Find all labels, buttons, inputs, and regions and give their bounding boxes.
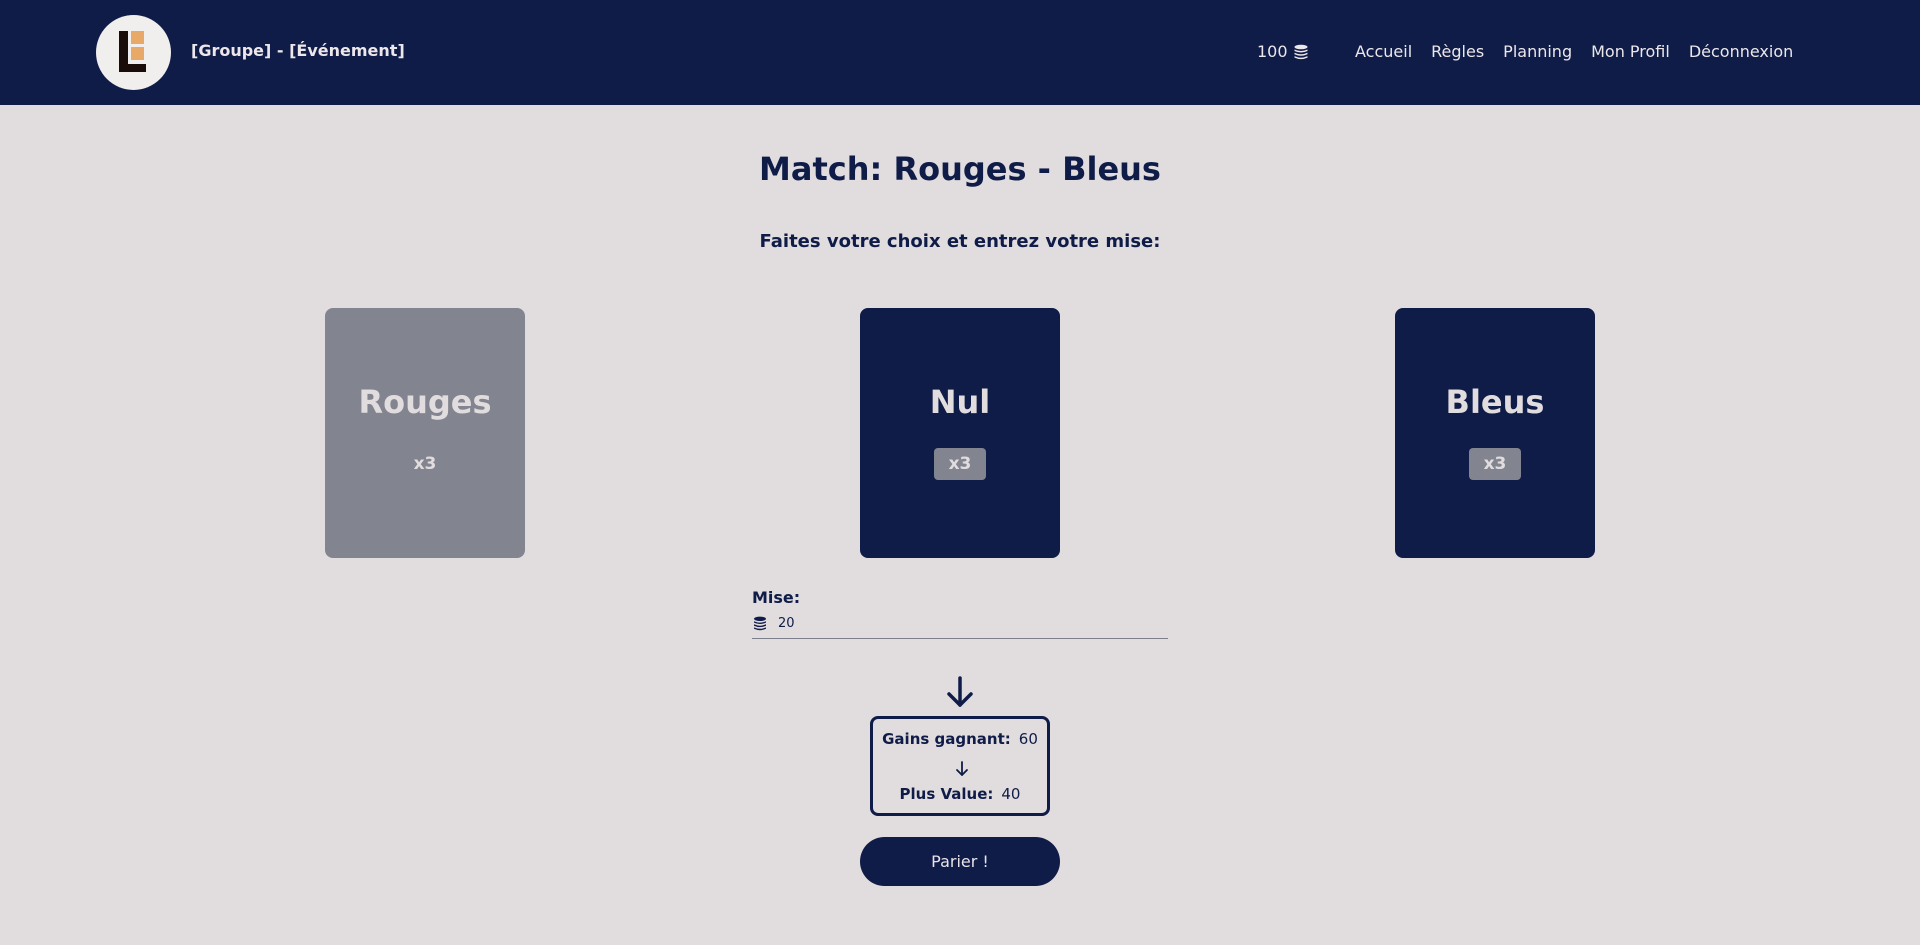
nav-mon-profil[interactable]: Mon Profil xyxy=(1591,42,1670,61)
stake-input[interactable] xyxy=(778,616,1078,631)
winnings-row: Gains gagnant: 60 xyxy=(873,730,1047,748)
winnings-label: Gains gagnant: xyxy=(882,730,1011,748)
stake-field: Mise: xyxy=(752,588,1168,639)
arrow-down-icon xyxy=(956,761,968,776)
winnings-value: 60 xyxy=(1018,730,1038,748)
choice-card-rouges[interactable]: Rouges x3 xyxy=(325,308,525,558)
odds-badge: x3 xyxy=(1469,448,1521,480)
coins-icon xyxy=(1294,44,1308,59)
nav-accueil[interactable]: Accueil xyxy=(1355,42,1412,61)
logo-square-top xyxy=(131,31,144,44)
coins-icon xyxy=(754,616,766,631)
odds-badge: x3 xyxy=(934,448,986,480)
plus-value-value: 40 xyxy=(1001,785,1021,803)
plus-value-label: Plus Value: xyxy=(899,785,994,803)
logo-mark-base xyxy=(119,64,146,72)
place-bet-button[interactable]: Parier ! xyxy=(860,837,1060,886)
choice-name: Nul xyxy=(929,383,991,421)
nav-deconnexion[interactable]: Déconnexion xyxy=(1689,42,1793,61)
nav-planning[interactable]: Planning xyxy=(1503,42,1572,61)
nav-regles[interactable]: Règles xyxy=(1431,42,1484,61)
arrow-down-icon xyxy=(947,676,973,707)
match-title: Match: Rouges - Bleus xyxy=(759,150,1161,188)
wallet-balance: 100 xyxy=(1257,42,1310,61)
odds-badge: x3 xyxy=(413,454,437,474)
stake-input-row xyxy=(752,615,1168,639)
instructions-text: Faites votre choix et entrez votre mise: xyxy=(759,231,1161,252)
site-title: [Groupe] - [Événement] xyxy=(191,41,405,60)
plus-value-row: Plus Value: 40 xyxy=(873,785,1047,803)
choice-card-nul[interactable]: Nul x3 xyxy=(860,308,1060,558)
winnings-summary: Gains gagnant: 60 Plus Value: 40 xyxy=(870,716,1050,816)
logo-icon[interactable] xyxy=(96,15,171,90)
choice-name: Bleus xyxy=(1445,383,1545,421)
top-navbar: [Groupe] - [Événement] 100 Accueil Règle… xyxy=(0,0,1920,105)
wallet-amount: 100 xyxy=(1257,42,1288,61)
choice-card-bleus[interactable]: Bleus x3 xyxy=(1395,308,1595,558)
choice-name: Rouges xyxy=(358,383,492,421)
main-nav: Accueil Règles Planning Mon Profil Décon… xyxy=(1355,42,1812,61)
stake-label: Mise: xyxy=(752,588,801,607)
logo-square-bottom xyxy=(131,47,144,60)
